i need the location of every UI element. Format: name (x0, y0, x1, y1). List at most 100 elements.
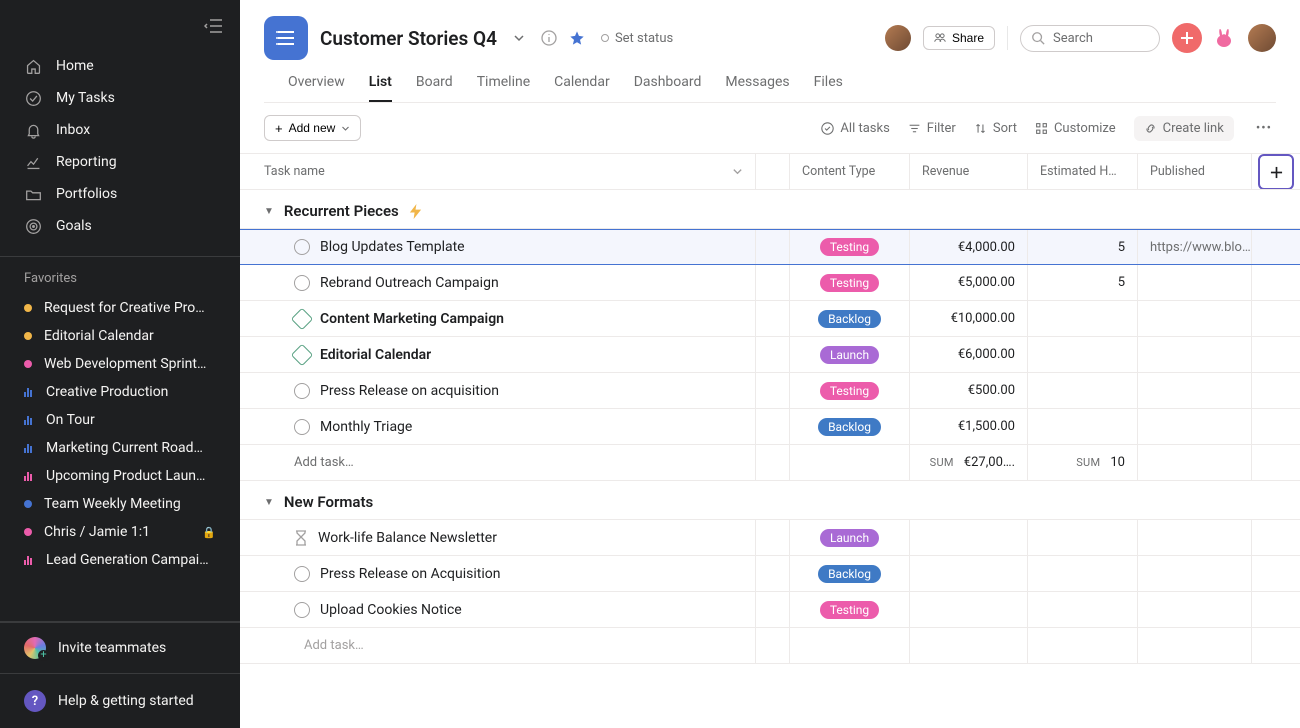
task-cell-pub[interactable] (1138, 301, 1252, 336)
user-avatar[interactable] (1248, 24, 1276, 52)
tab-dashboard[interactable]: Dashboard (634, 74, 702, 102)
set-status[interactable]: Set status (601, 31, 673, 46)
favorite-item[interactable]: Editorial Calendar (0, 322, 240, 350)
task-row[interactable]: Editorial CalendarLaunch€6,000.00 (240, 337, 1300, 373)
favorite-item[interactable]: Team Weekly Meeting (0, 490, 240, 518)
favorite-item[interactable]: Web Development Sprint… (0, 350, 240, 378)
tab-list[interactable]: List (369, 74, 392, 102)
tab-files[interactable]: Files (814, 74, 843, 102)
task-cell-est[interactable] (1028, 592, 1138, 627)
task-cell-name[interactable]: Blog Updates Template (240, 230, 756, 264)
task-cell-revenue[interactable] (910, 592, 1028, 627)
task-cell-revenue[interactable]: €500.00 (910, 373, 1028, 408)
nav-target[interactable]: Goals (0, 210, 240, 242)
add-task[interactable]: Add task… (240, 445, 756, 480)
task-cell-pub[interactable] (1138, 520, 1252, 555)
tab-board[interactable]: Board (416, 74, 453, 102)
collapse-sidebar-icon[interactable] (202, 14, 226, 38)
project-dropdown-icon[interactable] (509, 28, 529, 48)
star-icon[interactable] (569, 30, 585, 46)
favorite-item[interactable]: Lead Generation Campai… (0, 546, 240, 574)
milestone-icon[interactable] (291, 343, 314, 366)
create-link-button[interactable]: Create link (1134, 116, 1234, 141)
task-cell-type[interactable]: Backlog (790, 409, 910, 444)
task-cell-est[interactable] (1028, 373, 1138, 408)
task-row[interactable]: Rebrand Outreach CampaignTesting€5,000.0… (240, 265, 1300, 301)
task-cell-revenue[interactable]: €4,000.00 (910, 230, 1028, 264)
all-tasks-filter[interactable]: All tasks (821, 121, 889, 136)
task-cell-name[interactable]: Monthly Triage (240, 409, 756, 444)
nav-folder[interactable]: Portfolios (0, 178, 240, 210)
col-revenue[interactable]: Revenue (910, 154, 1028, 189)
task-cell-name[interactable]: Work-life Balance Newsletter (240, 520, 756, 555)
upgrade-icon[interactable] (1214, 27, 1236, 49)
add-new-button[interactable]: + Add new (264, 115, 361, 141)
project-icon[interactable] (264, 16, 308, 60)
sort-button[interactable]: Sort (974, 121, 1017, 136)
complete-check-icon[interactable] (294, 383, 310, 399)
tab-messages[interactable]: Messages (725, 74, 789, 102)
task-cell-type[interactable]: Testing (790, 592, 910, 627)
task-cell-pub[interactable] (1138, 592, 1252, 627)
task-row[interactable]: Blog Updates TemplateTesting€4,000.005ht… (240, 229, 1300, 265)
col-content-type[interactable]: Content Type (790, 154, 910, 189)
complete-check-icon[interactable] (294, 275, 310, 291)
nav-check[interactable]: My Tasks (0, 82, 240, 114)
task-cell-est[interactable] (1028, 556, 1138, 591)
task-cell-revenue[interactable]: €10,000.00 (910, 301, 1028, 336)
task-cell-name[interactable]: Content Marketing Campaign (240, 301, 756, 336)
task-cell-pub[interactable] (1138, 337, 1252, 372)
collapse-icon[interactable]: ▼ (264, 206, 274, 217)
task-row[interactable]: Work-life Balance Newsletter Launch (240, 520, 1300, 556)
task-cell-type[interactable]: Launch (790, 337, 910, 372)
task-cell-type[interactable]: Backlog (790, 556, 910, 591)
section-header[interactable]: ▼New Formats (240, 481, 1300, 520)
favorite-item[interactable]: Marketing Current Road… (0, 434, 240, 462)
task-cell-revenue[interactable] (910, 556, 1028, 591)
task-cell-est[interactable] (1028, 301, 1138, 336)
milestone-icon[interactable] (291, 307, 314, 330)
favorite-item[interactable]: Request for Creative Pro… (0, 294, 240, 322)
complete-check-icon[interactable] (294, 602, 310, 618)
task-cell-pub[interactable] (1138, 409, 1252, 444)
global-add-button[interactable] (1172, 23, 1202, 53)
complete-check-icon[interactable] (294, 419, 310, 435)
task-cell-name[interactable]: Upload Cookies Notice (240, 592, 756, 627)
task-cell-type[interactable]: Testing (790, 265, 910, 300)
task-cell-est[interactable] (1028, 337, 1138, 372)
col-task-name[interactable]: Task name (240, 154, 756, 189)
search-input[interactable]: Search (1020, 25, 1160, 52)
task-cell-est[interactable]: 5 (1028, 265, 1138, 300)
collapse-icon[interactable]: ▼ (264, 497, 274, 508)
info-icon[interactable] (541, 30, 557, 46)
task-cell-type[interactable]: Testing (790, 373, 910, 408)
task-row[interactable]: Press Release on AcquisitionBacklog (240, 556, 1300, 592)
tab-calendar[interactable]: Calendar (554, 74, 610, 102)
task-cell-pub[interactable]: https://www.blo… (1138, 230, 1252, 264)
nav-chart[interactable]: Reporting (0, 146, 240, 178)
task-cell-pub[interactable] (1138, 556, 1252, 591)
complete-check-icon[interactable] (294, 239, 310, 255)
task-cell-name[interactable]: Press Release on acquisition (240, 373, 756, 408)
task-row[interactable]: Content Marketing CampaignBacklog€10,000… (240, 301, 1300, 337)
favorite-item[interactable]: Upcoming Product Laun… (0, 462, 240, 490)
nav-home[interactable]: Home (0, 50, 240, 82)
col-published[interactable]: Published (1138, 154, 1252, 189)
pending-icon[interactable] (294, 530, 308, 546)
filter-button[interactable]: Filter (908, 121, 956, 136)
task-cell-revenue[interactable] (910, 520, 1028, 555)
task-cell-name[interactable]: Rebrand Outreach Campaign (240, 265, 756, 300)
customize-button[interactable]: Customize (1035, 121, 1116, 136)
complete-check-icon[interactable] (294, 566, 310, 582)
task-cell-est[interactable] (1028, 409, 1138, 444)
task-row[interactable]: Monthly TriageBacklog€1,500.00 (240, 409, 1300, 445)
help-getting-started[interactable]: ? Help & getting started (0, 674, 240, 728)
task-row[interactable]: Press Release on acquisition Testing€500.… (240, 373, 1300, 409)
tab-overview[interactable]: Overview (288, 74, 345, 102)
favorite-item[interactable]: On Tour (0, 406, 240, 434)
favorite-item[interactable]: Chris / Jamie 1:1🔒 (0, 518, 240, 546)
task-cell-type[interactable]: Launch (790, 520, 910, 555)
task-cell-revenue[interactable]: €6,000.00 (910, 337, 1028, 372)
share-button[interactable]: Share (923, 26, 995, 50)
col-estimated[interactable]: Estimated H… (1028, 154, 1138, 189)
